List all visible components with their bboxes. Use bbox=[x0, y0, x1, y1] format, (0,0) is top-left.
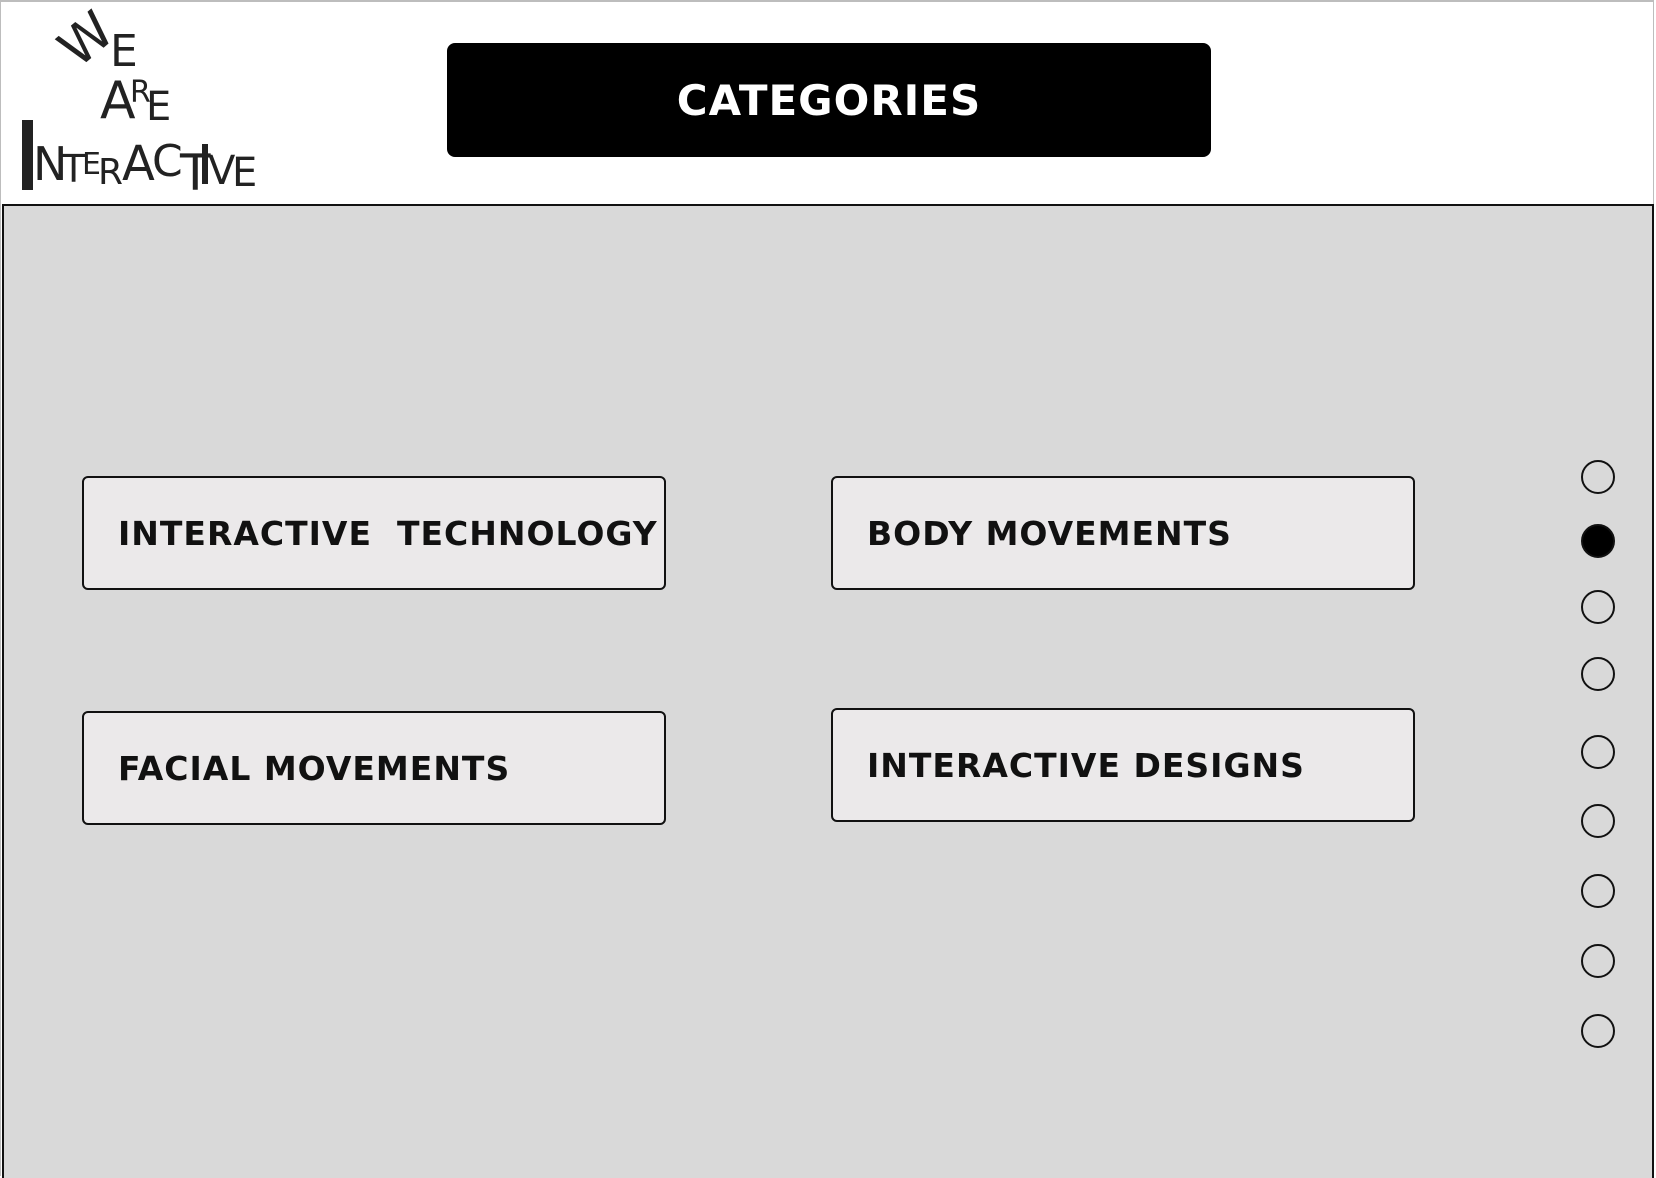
svg-text:E: E bbox=[110, 26, 138, 77]
page-dot-7[interactable] bbox=[1581, 874, 1615, 908]
categories-panel: INTERACTIVE TECHNOLOGY BODY MOVEMENTS FA… bbox=[2, 204, 1654, 1178]
page-dot-3[interactable] bbox=[1581, 590, 1615, 624]
page-dot-9[interactable] bbox=[1581, 1014, 1615, 1048]
svg-text:E: E bbox=[232, 150, 257, 196]
category-label: INTERACTIVE DESIGNS bbox=[867, 745, 1305, 785]
svg-text:A: A bbox=[122, 136, 155, 192]
page-dot-1[interactable] bbox=[1581, 460, 1615, 494]
page-dot-5[interactable] bbox=[1581, 735, 1615, 769]
category-label: INTERACTIVE TECHNOLOGY bbox=[118, 513, 658, 553]
page-dot-8[interactable] bbox=[1581, 944, 1615, 978]
svg-text:C: C bbox=[152, 136, 183, 187]
category-label: FACIAL MOVEMENTS bbox=[118, 748, 511, 788]
page-dot-6[interactable] bbox=[1581, 804, 1615, 838]
category-button-interactive-designs[interactable]: INTERACTIVE DESIGNS bbox=[831, 708, 1415, 822]
category-label: BODY MOVEMENTS bbox=[867, 513, 1232, 553]
page-dot-2[interactable] bbox=[1581, 524, 1615, 558]
category-button-facial-movements[interactable]: FACIAL MOVEMENTS bbox=[82, 711, 666, 825]
category-button-body-movements[interactable]: BODY MOVEMENTS bbox=[831, 476, 1415, 590]
svg-text:R: R bbox=[98, 152, 123, 193]
logo-graphic: W E A R E N T E R A C T V E bbox=[22, 0, 257, 202]
we-are-interactive-logo: W E A R E N T E R A C T V E bbox=[18, 0, 258, 204]
category-button-interactive-technology[interactable]: INTERACTIVE TECHNOLOGY bbox=[82, 476, 666, 590]
categories-header: CATEGORIES bbox=[447, 43, 1211, 157]
page-title: CATEGORIES bbox=[676, 75, 982, 125]
page-dot-4[interactable] bbox=[1581, 657, 1615, 691]
svg-text:E: E bbox=[146, 84, 171, 130]
